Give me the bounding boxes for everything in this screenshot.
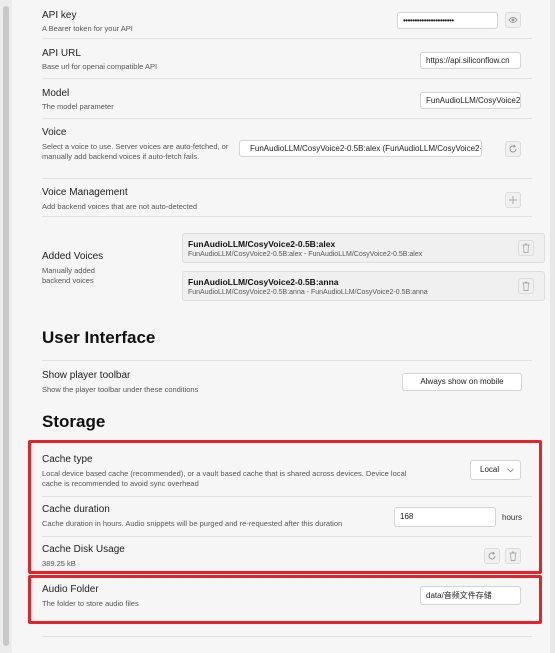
setting-name: API URL — [42, 48, 81, 59]
setting-voice: Voice Select a voice to use. Server voic… — [42, 118, 532, 179]
voice-card-subtitle: FunAudioLLM/CosyVoice2-0.5B:alex - FunAu… — [188, 251, 423, 258]
voice-card-subtitle: FunAudioLLM/CosyVoice2-0.5B:anna - FunAu… — [188, 289, 428, 296]
trash-icon[interactable] — [518, 278, 534, 294]
setting-desc: The model parameter — [42, 102, 114, 111]
setting-name: API key — [42, 10, 77, 21]
setting-name: Show player toolbar — [42, 370, 131, 381]
setting-model: Model The model parameter FunAudioLLM/Co… — [42, 78, 532, 119]
setting-player-toolbar: Show player toolbar Show the player tool… — [42, 360, 532, 401]
right-edge-bar — [550, 0, 555, 653]
api-key-input[interactable]: •••••••••••••••••••••• — [397, 12, 498, 29]
eye-icon[interactable] — [505, 12, 521, 28]
setting-voice-management: Voice Management Add backend voices that… — [42, 178, 532, 217]
voice-card: FunAudioLLM/CosyVoice2-0.5B:anna FunAudi… — [182, 271, 545, 301]
highlight-audio-folder — [28, 575, 542, 624]
trash-icon[interactable] — [518, 240, 534, 256]
setting-desc: Base url for openai compatible API — [42, 62, 158, 71]
voice-card-title: FunAudioLLM/CosyVoice2-0.5B:alex — [188, 239, 336, 249]
setting-name: Voice Management — [42, 187, 128, 198]
plus-icon[interactable] — [505, 192, 521, 208]
setting-api-url: API URL Base url for openai compatible A… — [42, 38, 532, 79]
api-url-input[interactable]: https://api.siliconflow.cn — [420, 52, 521, 69]
setting-desc: A Bearer token for your API — [42, 24, 133, 33]
settings-panel: API key A Bearer token for your API ••••… — [12, 0, 550, 653]
setting-name: Voice — [42, 127, 67, 138]
voice-card-title: FunAudioLLM/CosyVoice2-0.5B:anna — [188, 277, 339, 287]
highlight-cache-settings — [28, 440, 542, 574]
setting-added-voices: Added Voices Manually added backend voic… — [42, 216, 545, 309]
voice-select[interactable]: FunAudioLLM/CosyVoice2-0.5B:alex (FunAud… — [239, 140, 482, 157]
setting-name: Model — [42, 88, 70, 99]
divider — [42, 636, 532, 637]
model-input[interactable]: FunAudioLLM/CosyVoice2-0.5B — [420, 92, 521, 109]
scrollbar-track[interactable] — [0, 0, 12, 653]
setting-desc: Select a voice to use. Server voices are… — [42, 142, 229, 161]
section-heading-user-interface: User Interface — [42, 328, 156, 347]
refresh-icon[interactable] — [505, 141, 521, 157]
setting-name: Added Voices — [42, 251, 104, 262]
player-toolbar-dropdown[interactable]: Always show on mobile — [402, 373, 522, 391]
setting-desc: Add backend voices that are not auto-det… — [42, 202, 198, 211]
setting-api-key: API key A Bearer token for your API ••••… — [42, 0, 532, 38]
setting-desc: Manually added backend voices — [42, 266, 95, 285]
voice-card: FunAudioLLM/CosyVoice2-0.5B:alex FunAudi… — [182, 233, 545, 263]
section-heading-storage: Storage — [42, 412, 106, 431]
setting-desc: Show the player toolbar under these cond… — [42, 385, 199, 394]
scrollbar-thumb[interactable] — [3, 6, 9, 646]
